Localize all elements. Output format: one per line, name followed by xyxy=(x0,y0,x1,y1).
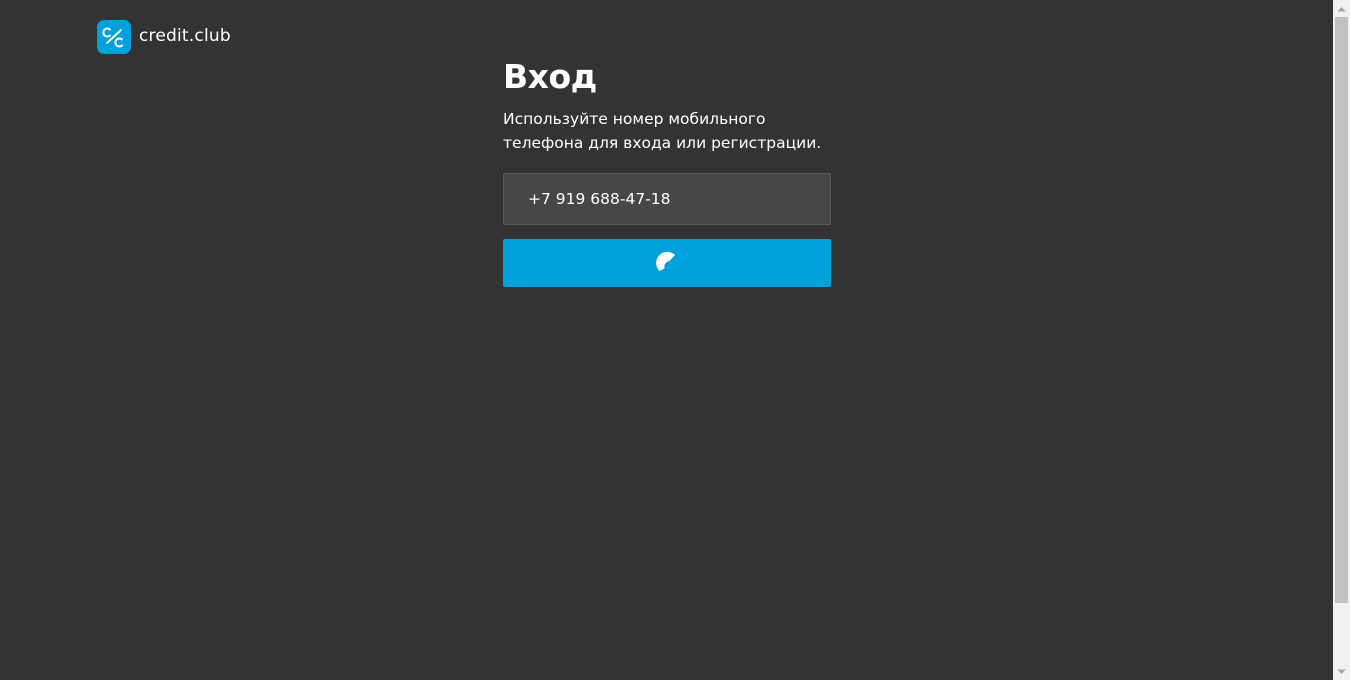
scroll-up-arrow-icon[interactable] xyxy=(1333,0,1350,17)
subtitle-line-1: Используйте номер мобильного xyxy=(503,110,766,128)
page-title: Вход xyxy=(503,57,597,96)
scrollbar-thumb[interactable] xyxy=(1335,17,1348,603)
credit-club-logo-icon xyxy=(97,20,131,54)
scroll-down-arrow-icon[interactable] xyxy=(1333,663,1350,680)
phone-input[interactable] xyxy=(503,173,831,225)
login-form: Вход Используйте номер мобильного телефо… xyxy=(503,56,831,287)
logo-text: credit.club xyxy=(139,26,231,46)
loading-spinner-icon xyxy=(656,251,675,271)
scrollbar[interactable] xyxy=(1333,0,1350,680)
subtitle-line-2: телефона для входа или регистрации. xyxy=(503,134,822,152)
logo-link[interactable]: credit.club xyxy=(97,20,231,54)
subtitle: Используйте номер мобильного телефона дл… xyxy=(503,107,831,155)
submit-button[interactable] xyxy=(503,239,831,287)
